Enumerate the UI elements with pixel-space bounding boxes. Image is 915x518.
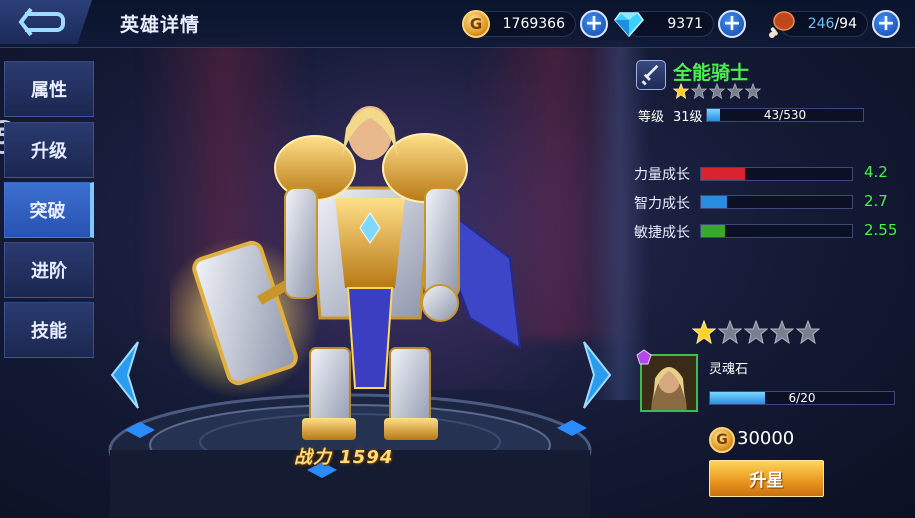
combat-power: 战力 1594 [294,447,394,468]
tab-advance[interactable]: 进阶 [4,242,94,298]
diamond-icon [614,12,644,37]
add-gems-button[interactable]: + [718,10,746,38]
hero-level: 31级 [673,110,703,125]
stat-bar-strength [700,167,853,181]
stat-bar-intelligence-fill [701,196,727,208]
star-icon [718,320,742,344]
stat-bar-agility-fill [701,225,726,237]
back-button[interactable] [0,0,92,44]
add-gold-button[interactable]: + [580,10,608,38]
star-icon [709,83,725,99]
purple-gem-icon [636,349,652,365]
gold-coin-icon: G [462,10,490,38]
stamina-max: /94 [834,16,857,32]
page-title: 英雄详情 [120,14,201,36]
soulstone-progress-bar: 6/20 [709,391,895,405]
stat-value-strength: 4.2 [864,163,888,181]
level-label: 等级 [638,110,665,125]
star-icon [691,83,707,99]
stamina-current: 246 [807,16,835,32]
star-icon [727,83,743,99]
meat-icon [769,11,795,38]
hero-star-rating [673,83,761,99]
stat-bar-intelligence [700,195,853,209]
add-stamina-button[interactable]: + [872,10,900,38]
gold-coin-icon: G [709,427,735,453]
hero-class-badge [636,60,666,90]
stat-label-agility: 敏捷成长 [634,225,690,241]
tab-level-up[interactable]: 升级 [4,122,94,178]
exp-text: 43/530 [763,108,807,122]
sword-icon [641,64,659,86]
star-icon [744,320,768,344]
stat-label-strength: 力量成长 [634,167,690,183]
tab-skills[interactable]: 技能 [4,302,94,358]
stat-value-agility: 2.55 [864,221,898,239]
tab-breakthrough[interactable]: 突破 [4,182,94,238]
back-arrow-icon [18,8,65,36]
hero-name: 全能骑士 [673,62,750,84]
star-icon [692,320,716,344]
star-up-button[interactable]: 升星 [709,460,824,497]
exp-bar: 43/530 [706,108,864,122]
chevron-left-icon[interactable] [108,340,142,410]
star-icon [673,83,689,99]
star-upgrade-rating [692,320,820,344]
star-icon [796,320,820,344]
soulstone-label: 灵魂石 [709,362,749,377]
hero-knight-figure [170,106,522,440]
gem-resource: 9371 + [614,8,746,40]
upgrade-cost: 30000 [737,428,795,449]
star-icon [770,320,794,344]
stat-label-intelligence: 智力成长 [634,196,690,212]
top-bar: 英雄详情 G 1769366 + 9371 + 246/94 + [0,0,915,48]
star-icon [745,83,761,99]
stamina-resource: 246/94 + [769,8,900,40]
tab-attributes[interactable]: 属性 [4,61,94,117]
stat-bar-agility [700,224,853,238]
soulstone-progress-text: 6/20 [788,391,816,405]
stat-value-intelligence: 2.7 [864,192,888,210]
stat-bar-strength-fill [701,168,745,180]
chevron-right-icon[interactable] [580,340,614,410]
gold-resource: G 1769366 + [462,8,608,40]
